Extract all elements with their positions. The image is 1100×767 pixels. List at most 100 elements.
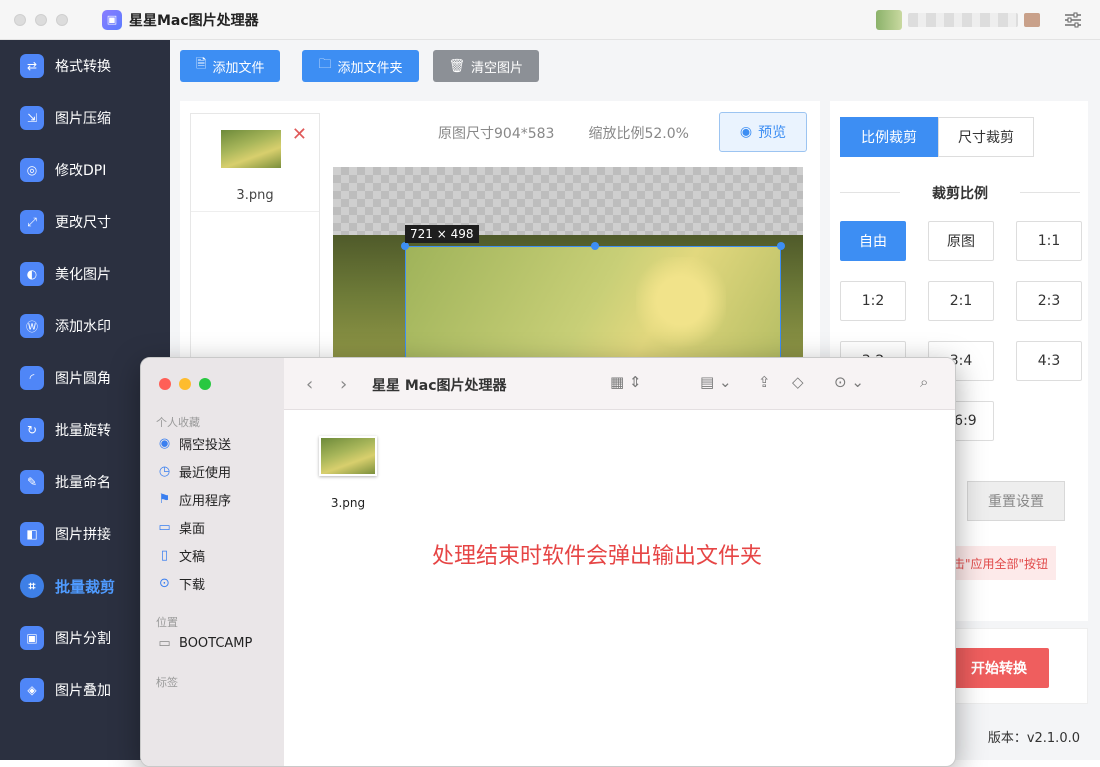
sidebar-item-documents[interactable]: ▯ 文稿 — [157, 546, 205, 565]
sidebar-item-resize[interactable]: ⤢ 更改尺寸 — [0, 196, 170, 248]
sidebar-item-beautify[interactable]: ◐ 美化图片 — [0, 248, 170, 300]
sidebar-item-format-convert[interactable]: ⇄ 格式转换 — [0, 40, 170, 92]
sidebar-item-label: 图片拼接 — [55, 527, 111, 543]
recents-icon: ◷ — [158, 464, 171, 479]
applications-icon: ⚑ — [158, 492, 171, 507]
file-name: 3.png — [236, 188, 274, 203]
preview-button[interactable]: ◉ 预览 — [719, 112, 807, 152]
crop-ratio-title: 裁剪比例 — [840, 183, 1080, 203]
add-file-button[interactable]: 🗎 添加文件 — [180, 50, 281, 82]
ratio-option[interactable]: 1:1 — [1016, 221, 1082, 261]
sidebar-item-label: 桌面 — [179, 522, 206, 537]
crop-handle-top-left[interactable] — [401, 242, 409, 250]
minimize-window-button[interactable] — [35, 13, 47, 26]
overlay-icon: ◈ — [20, 678, 44, 702]
sidebar-item-label: 批量旋转 — [55, 423, 111, 439]
share-icon[interactable]: ⇪ — [758, 373, 771, 391]
file-thumbnail[interactable] — [221, 130, 281, 168]
folder-icon: 🗀 — [318, 56, 332, 71]
ratio-option[interactable]: 2:3 — [1016, 281, 1082, 321]
dpi-icon: ◎ — [20, 158, 44, 182]
forward-chevron-icon[interactable]: › — [340, 374, 347, 395]
flower-highlight — [636, 257, 726, 367]
finder-minimize-button[interactable] — [179, 378, 191, 390]
crop-dimensions-label: 721 × 498 — [405, 225, 479, 243]
crop-mode-tabs: 比例裁剪 尺寸裁剪 — [840, 117, 1034, 157]
ratio-option[interactable]: 4:3 — [1016, 341, 1082, 381]
format-convert-icon: ⇄ — [20, 54, 44, 78]
compress-icon: ⇲ — [20, 106, 44, 130]
clear-images-label: 清空图片 — [471, 59, 524, 75]
locations-heading: 位置 — [156, 616, 178, 629]
image-info: 原图尺寸904*583 缩放比例52.0% — [438, 123, 689, 143]
favorites-heading: 个人收藏 — [156, 416, 200, 429]
finder-window-controls — [159, 378, 211, 390]
avatar[interactable] — [876, 10, 902, 30]
eye-icon: ◉ — [739, 124, 753, 140]
split-icon: ▣ — [20, 626, 44, 650]
sidebar-item-watermark[interactable]: Ⓦ 添加水印 — [0, 300, 170, 352]
add-folder-button[interactable]: 🗀 添加文件夹 — [302, 50, 419, 82]
crop-icon: ⌗ — [20, 574, 44, 598]
back-chevron-icon[interactable]: ‹ — [306, 374, 313, 395]
add-file-label: 添加文件 — [212, 59, 265, 75]
sidebar-item-dpi[interactable]: ◎ 修改DPI — [0, 144, 170, 196]
sidebar-item-label: 批量命名 — [55, 475, 111, 491]
view-grid-icon[interactable]: ▦ ⇕ — [610, 373, 642, 391]
sidebar-item-label: 修改DPI — [55, 163, 107, 179]
sidebar-item-recents[interactable]: ◷ 最近使用 — [157, 462, 231, 481]
sidebar-item-desktop[interactable]: ▭ 桌面 — [157, 518, 205, 537]
sidebar-item-downloads[interactable]: ⊙ 下载 — [157, 574, 205, 593]
window-controls — [14, 13, 68, 26]
sidebar-item-label: 图片叠加 — [55, 683, 111, 699]
sidebar-item-airdrop[interactable]: ◉ 隔空投送 — [157, 434, 231, 453]
add-folder-label: 添加文件夹 — [337, 59, 403, 75]
resize-icon: ⤢ — [20, 210, 44, 234]
desktop-icon: ▭ — [158, 520, 171, 535]
clear-images-button[interactable]: 🗑 清空图片 — [432, 50, 540, 82]
list-item[interactable]: ✕ 3.png — [191, 114, 319, 212]
crop-handle-top-right[interactable] — [777, 242, 785, 250]
file-thumbnail[interactable] — [319, 436, 377, 476]
crop-handle-top-middle[interactable] — [591, 242, 599, 250]
ratio-option[interactable]: 原图 — [928, 221, 994, 261]
reset-settings-button[interactable]: 重置设置 — [967, 481, 1065, 521]
output-folder-notice: 处理结束时软件会弹出输出文件夹 — [432, 544, 763, 569]
title-bar: ▣ 星星Mac图片处理器 — [0, 0, 1100, 40]
finder-close-button[interactable] — [159, 378, 171, 390]
start-convert-button[interactable]: 开始转换 — [949, 648, 1049, 688]
zoom-window-button[interactable] — [56, 13, 68, 26]
crop-selection[interactable] — [405, 246, 781, 367]
ratio-option[interactable]: 2:1 — [928, 281, 994, 321]
ratio-option[interactable]: 1:2 — [840, 281, 906, 321]
sidebar-item-label: 下载 — [179, 578, 206, 593]
close-window-button[interactable] — [14, 13, 26, 26]
settings-sliders-icon[interactable] — [1064, 11, 1082, 29]
sidebar-item-compress[interactable]: ⇲ 图片压缩 — [0, 92, 170, 144]
user-badge-redacted — [1024, 13, 1040, 27]
sidebar-item-applications[interactable]: ⚑ 应用程序 — [157, 490, 231, 509]
sidebar-item-label: 最近使用 — [179, 466, 232, 481]
user-area[interactable] — [876, 10, 1040, 30]
rotate-icon: ↻ — [20, 418, 44, 442]
tags-heading: 标签 — [156, 676, 178, 689]
more-actions-icon[interactable]: ⊙ ⌄ — [834, 373, 864, 391]
trash-icon: 🗑 — [448, 58, 466, 73]
ratio-option[interactable]: 自由 — [840, 221, 906, 261]
finder-sidebar: 个人收藏 ◉ 隔空投送 ◷ 最近使用 ⚑ 应用程序 ▭ 桌面 ▯ 文稿 ⊙ 下载 位置 ▭ BOOTC… — [141, 358, 284, 766]
sidebar-item-label: 更改尺寸 — [55, 215, 111, 231]
tab-ratio-crop[interactable]: 比例裁剪 — [840, 117, 938, 157]
apply-all-hint: 击"应用全部"按钮 — [948, 546, 1056, 580]
tag-icon[interactable]: ◇ — [792, 373, 804, 391]
sidebar-item-bootcamp[interactable]: ▭ BOOTCAMP — [157, 636, 252, 651]
sidebar-item-label: 文稿 — [179, 550, 206, 565]
remove-file-icon[interactable]: ✕ — [292, 124, 307, 145]
finder-zoom-button[interactable] — [199, 378, 211, 390]
crop-canvas[interactable]: 721 × 498 — [333, 167, 803, 367]
sidebar-item-label: 添加水印 — [55, 319, 111, 335]
tab-size-crop[interactable]: 尺寸裁剪 — [938, 117, 1034, 157]
toolbar: 🗎 添加文件 🗀 添加文件夹 🗑 清空图片 — [170, 40, 1100, 92]
search-icon[interactable]: ⌕ — [920, 373, 928, 391]
rename-icon: ✎ — [20, 470, 44, 494]
group-menu-icon[interactable]: ▤ ⌄ — [700, 373, 732, 391]
